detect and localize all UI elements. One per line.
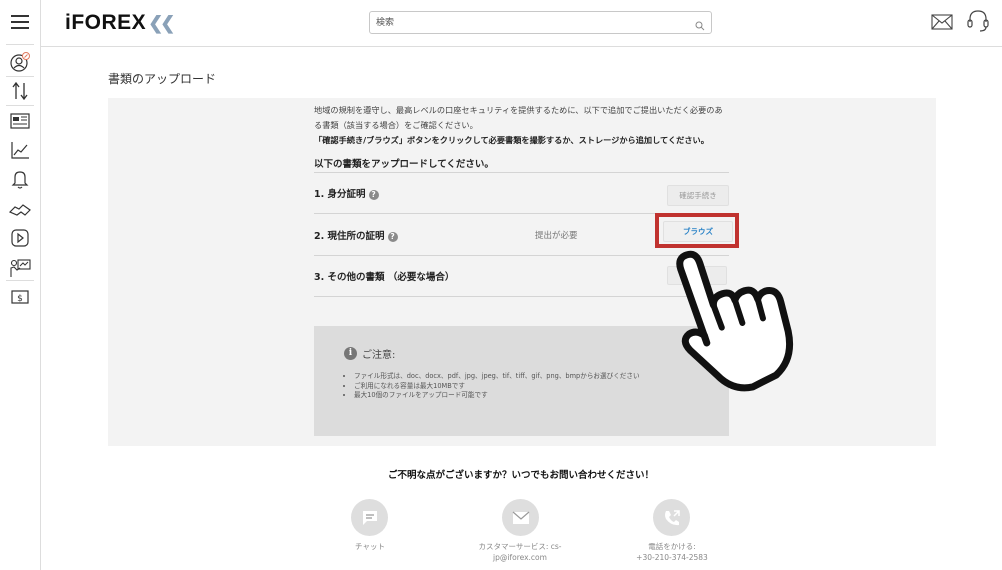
bell-icon[interactable] — [8, 167, 32, 191]
search-icon[interactable] — [695, 16, 705, 35]
news-icon[interactable] — [8, 109, 32, 133]
document-row-2: 2. 現住所の証明? — [314, 228, 398, 242]
education-icon[interactable] — [8, 256, 32, 280]
sidebar-divider — [6, 76, 34, 77]
help-icon[interactable]: ? — [368, 189, 379, 200]
notice-item: 最大10個のファイルをアップロード可能です — [354, 391, 640, 401]
upload-heading: 以下の書類をアップロードしてください。 — [314, 159, 494, 170]
mail-icon[interactable] — [931, 11, 953, 35]
help-icon[interactable]: ? — [387, 231, 398, 242]
handshake-icon[interactable] — [8, 197, 32, 221]
notice-title: ご注意: — [362, 350, 396, 361]
email-label-line-1: カスタマーサービス: cs- — [478, 542, 562, 551]
logo-chevrons: ❮❮ — [148, 13, 175, 33]
svg-text:$: $ — [17, 294, 23, 304]
chat-label[interactable]: チャット — [330, 541, 410, 552]
chart-icon[interactable] — [8, 138, 32, 162]
intro-line-3: 「確認手続き/ブラウズ」ボタンをクリックして必要書類を撮影するか、ストレージから… — [314, 133, 734, 148]
document-row-1: 1. 身分証明? — [314, 186, 379, 200]
search-box[interactable]: 検索 — [369, 11, 712, 34]
document-label-1: 1. 身分証明 — [314, 189, 366, 200]
divider — [314, 255, 729, 256]
document-label-2: 2. 現住所の証明 — [314, 231, 385, 242]
intro-line-2: る書類（該当する場合）をご確認ください。 — [314, 120, 478, 130]
email-icon[interactable] — [502, 499, 539, 536]
contact-heading: ご不明な点がございますか？いつでもお問い合わせください！ — [387, 470, 654, 481]
notice-box: i ご注意: ファイル形式は、doc、docx、pdf、jpg、jpeg、tif… — [314, 326, 729, 436]
phone-label[interactable]: 電話をかける: +30-210-374-2583 — [620, 541, 724, 563]
info-icon: i — [344, 347, 357, 360]
transfer-icon[interactable] — [8, 79, 32, 103]
document-row-3: 3. その他の書類 （必要な場合） — [314, 272, 455, 283]
sidebar-divider — [6, 105, 34, 106]
chat-icon[interactable] — [351, 499, 388, 536]
menu-icon[interactable] — [8, 10, 32, 34]
page-title: 書類のアップロード — [108, 72, 217, 86]
notice-item: ご利用になれる容量は最大10MBです — [354, 382, 640, 392]
notice-heading: i ご注意: — [344, 346, 395, 361]
notice-list: ファイル形式は、doc、docx、pdf、jpg、jpeg、tif、tiff、g… — [344, 372, 640, 401]
phone-label-line-1: 電話をかける: — [648, 542, 696, 551]
dollar-icon[interactable]: $ — [8, 285, 32, 309]
intro-line-3-bold: 「確認手続き/ブラウズ」ボタンをクリックして必要書類を撮影するか、ストレージから… — [314, 135, 709, 145]
divider — [314, 296, 729, 297]
sidebar: $ — [0, 0, 41, 570]
logo-text: iFOREX — [65, 11, 147, 34]
phone-icon[interactable] — [653, 499, 690, 536]
divider — [314, 172, 729, 173]
sidebar-divider — [6, 44, 34, 45]
phone-label-line-2: +30-210-374-2583 — [636, 553, 708, 562]
top-header: iFOREX ❮❮ 検索 — [41, 0, 1002, 47]
email-label-line-2: jp@iforex.com — [493, 553, 547, 562]
email-label[interactable]: カスタマーサービス: cs- jp@iforex.com — [460, 541, 580, 563]
intro-text: 地域の規制を遵守し、最高レベルの口座セキュリティを提供するために、以下で追加でご… — [314, 103, 734, 148]
notice-item: ファイル形式は、doc、docx、pdf、jpg、jpeg、tif、tiff、g… — [354, 372, 640, 382]
user-icon[interactable] — [8, 50, 32, 74]
play-icon[interactable] — [8, 226, 32, 250]
sidebar-divider — [6, 280, 34, 281]
status-required: 提出が必要 — [535, 231, 578, 241]
headset-icon[interactable] — [967, 9, 989, 37]
intro-line-1: 地域の規制を遵守し、最高レベルの口座セキュリティを提供するために、以下で追加でご… — [314, 105, 723, 115]
brand-logo[interactable]: iFOREX ❮❮ — [65, 11, 175, 35]
pointing-hand-icon — [668, 236, 808, 400]
search-input[interactable]: 検索 — [376, 15, 394, 28]
verify-button[interactable]: 確認手続き — [667, 185, 729, 206]
